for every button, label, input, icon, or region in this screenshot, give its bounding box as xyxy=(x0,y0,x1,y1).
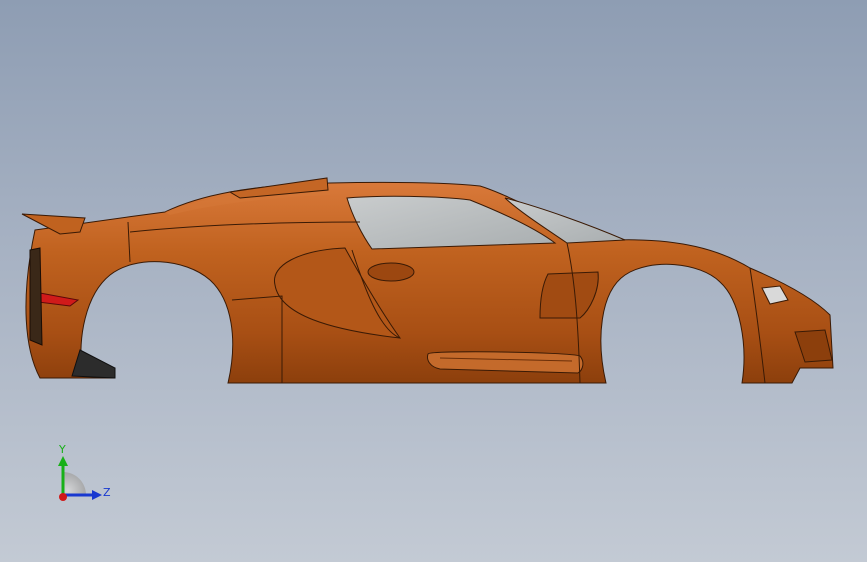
z-axis-arrow xyxy=(92,490,102,500)
triad-plane-quadrant xyxy=(63,472,86,495)
rear-diffuser[interactable] xyxy=(71,349,116,379)
z-axis-label: Z xyxy=(103,486,111,499)
x-axis-origin xyxy=(59,493,67,501)
y-axis-label: Y xyxy=(59,443,66,456)
rear-spoiler[interactable] xyxy=(21,213,86,235)
y-axis-arrow xyxy=(58,456,68,466)
car-model[interactable] xyxy=(0,0,867,562)
door-handle[interactable] xyxy=(367,262,415,282)
rear-grille xyxy=(29,247,43,346)
graphics-viewport[interactable]: Y Z xyxy=(0,0,867,562)
